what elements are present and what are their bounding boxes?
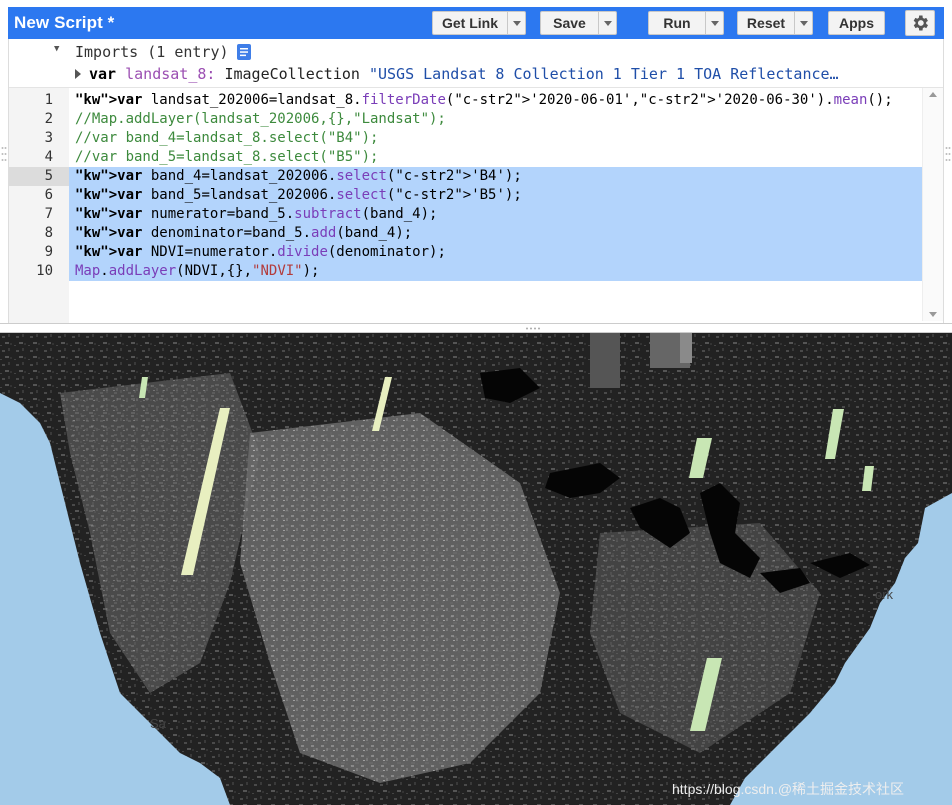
reset-dropdown[interactable]	[794, 12, 812, 34]
watermark: https://blog.csdn.@稀土掘金技术社区	[672, 781, 905, 797]
code-editor[interactable]: ▼ Imports (1 entry) var landsat_8: Image…	[8, 39, 944, 323]
run-label: Run	[663, 15, 691, 31]
gear-icon	[913, 15, 928, 31]
line-number: 1	[44, 92, 53, 108]
code-line[interactable]: //var band_5=landsat_8.select("B5");	[75, 148, 378, 167]
chevron-down-icon	[512, 20, 521, 26]
apps-button[interactable]: Apps	[828, 11, 885, 35]
script-toolbar: New Script * Get Link Save Run Reset App…	[8, 7, 944, 39]
code-line[interactable]: "kw">var band_5=landsat_202006.select("c…	[75, 186, 522, 205]
line-number: 4	[44, 149, 53, 165]
get-link-label: Get Link	[441, 15, 498, 31]
map-view[interactable]: ork Sa https://blog.csdn.@稀土掘金技术社区	[0, 333, 952, 805]
imports-header[interactable]: ▼ Imports (1 entry)	[54, 42, 251, 62]
code-line[interactable]: //Map.addLayer(landsat_202006,{},"Landsa…	[75, 110, 446, 129]
map-place-label: ork	[875, 587, 894, 602]
code-line[interactable]: "kw">var numerator=band_5.subtract(band_…	[75, 205, 437, 224]
expand-icon[interactable]	[75, 69, 81, 79]
tile-strip	[590, 333, 620, 388]
script-title: New Script *	[14, 13, 115, 32]
save-label: Save	[553, 15, 586, 31]
ndvi-layer	[0, 333, 952, 805]
code-line[interactable]: "kw">var landsat_202006=landsat_8.filter…	[75, 91, 893, 110]
reset-label: Reset	[746, 15, 786, 31]
chevron-down-icon	[710, 20, 719, 26]
line-number: 3	[44, 130, 53, 146]
import-keyword: var	[89, 65, 117, 83]
collapse-icon[interactable]: ▼	[54, 44, 59, 54]
apps-label: Apps	[839, 15, 874, 31]
right-panel-resize-handle[interactable]	[945, 145, 951, 163]
map-place-label: Sa	[150, 716, 166, 731]
get-link-button[interactable]: Get Link	[432, 11, 526, 35]
save-dropdown[interactable]	[598, 12, 616, 34]
get-link-dropdown[interactable]	[507, 12, 525, 34]
left-panel-resize-handle[interactable]	[1, 145, 7, 163]
imports-divider	[9, 87, 943, 88]
line-number: 7	[44, 206, 53, 222]
line-number: 6	[44, 187, 53, 203]
line-number: 9	[44, 244, 53, 260]
settings-button[interactable]	[905, 10, 935, 36]
line-number: 5	[9, 167, 69, 186]
editor-map-splitter[interactable]	[0, 323, 952, 333]
line-number: 10	[36, 263, 53, 279]
line-number-gutter: 1 2 3 4 5 6 7 8 9 10	[9, 88, 69, 323]
code-line[interactable]: Map.addLayer(NDVI,{},"NDVI");	[75, 262, 319, 281]
splitter-grip-icon[interactable]	[524, 326, 544, 331]
code-line[interactable]: "kw">var NDVI=numerator.divide(denominat…	[75, 243, 446, 262]
save-button[interactable]: Save	[540, 11, 617, 35]
run-dropdown[interactable]	[705, 12, 723, 34]
scroll-down-icon[interactable]	[929, 312, 937, 317]
import-description: "USGS Landsat 8 Collection 1 Tier 1 TOA …	[368, 65, 839, 83]
chevron-down-icon	[603, 20, 612, 26]
tile-strip	[680, 333, 692, 363]
scroll-up-icon[interactable]	[929, 92, 937, 97]
document-icon[interactable]	[236, 44, 251, 60]
line-number: 2	[44, 111, 53, 127]
chevron-down-icon	[799, 20, 808, 26]
import-name[interactable]: landsat_8:	[125, 65, 215, 83]
editor-scrollbar[interactable]	[922, 88, 943, 321]
reset-button[interactable]: Reset	[737, 11, 813, 35]
import-entry[interactable]: var landsat_8: ImageCollection "USGS Lan…	[75, 64, 895, 84]
imports-label: Imports (1 entry)	[75, 43, 229, 61]
line-number: 8	[44, 225, 53, 241]
import-type: ImageCollection	[224, 65, 360, 83]
code-line[interactable]: "kw">var band_4=landsat_202006.select("c…	[75, 167, 522, 186]
code-line[interactable]: "kw">var denominator=band_5.add(band_4);	[75, 224, 412, 243]
run-button[interactable]: Run	[648, 11, 724, 35]
code-line[interactable]: //var band_4=landsat_8.select("B4");	[75, 129, 378, 148]
